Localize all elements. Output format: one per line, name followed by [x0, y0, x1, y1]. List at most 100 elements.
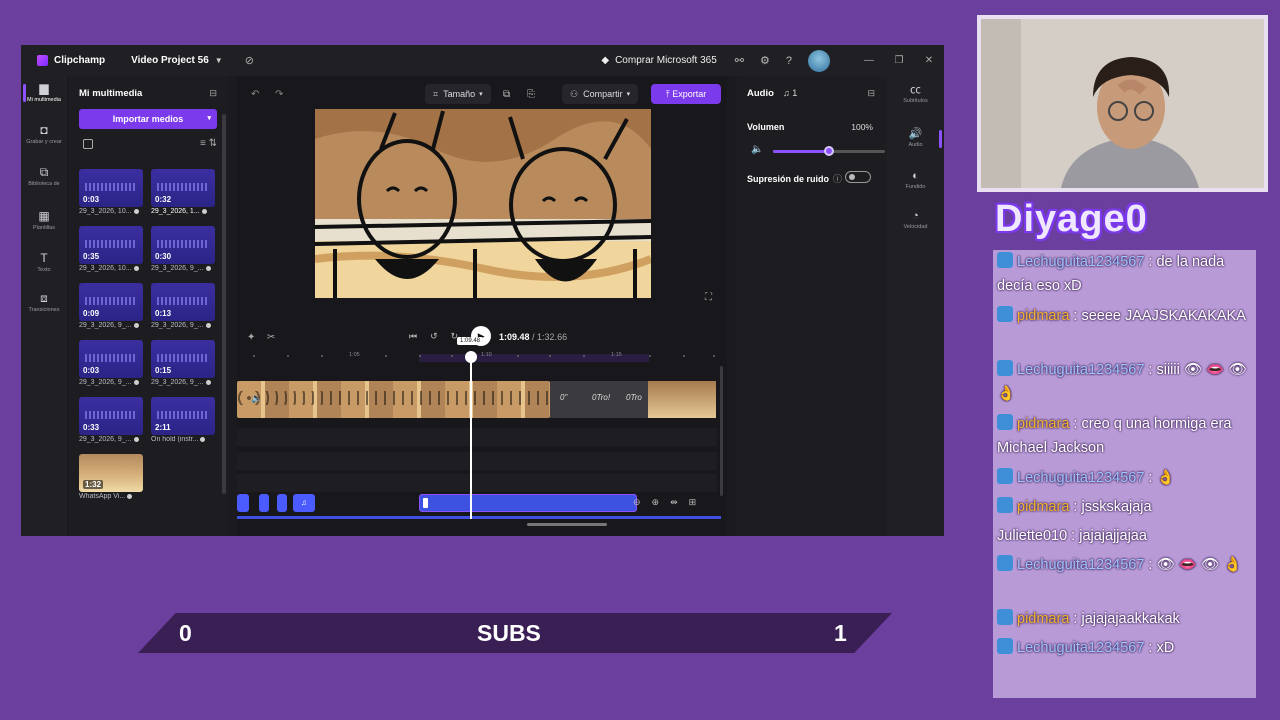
timeline-ruler[interactable]: 1:05 1:10 1:15 [237, 348, 727, 362]
video-preview[interactable] [315, 109, 651, 298]
rail-label: Velocidad [903, 224, 928, 230]
ruler-tick: 1:10 [481, 352, 492, 358]
badge-icon [997, 360, 1013, 376]
rail-templates[interactable]: ▦ Plantillas [21, 209, 67, 232]
project-name[interactable]: Video Project 56 [131, 55, 209, 66]
rail-record-create[interactable]: ◘ Grabar y crear [21, 124, 67, 146]
zoom-in-icon[interactable]: ⊕ [652, 497, 660, 508]
media-item[interactable]: 0:30 [151, 226, 215, 264]
badge-icon [997, 468, 1013, 484]
streamer-name: Diyage0 [995, 198, 1148, 240]
buy-microsoft-365-button[interactable]: ◆ Comprar Microsoft 365 [601, 55, 716, 66]
rail-speed[interactable]: ◔ Velocidad [887, 210, 944, 230]
rail-subtitles[interactable]: ㏄ Subtítulos [887, 84, 944, 104]
rail-library[interactable]: ⧉ Biblioteca de [21, 166, 67, 188]
connect-icon[interactable]: ⚯ [735, 54, 744, 67]
rail-my-media[interactable]: ▆ Mi multimedia [21, 82, 67, 103]
audio-clip[interactable]: ♫ [293, 494, 315, 512]
media-item[interactable]: 0:32 [151, 169, 215, 207]
import-media-button[interactable]: Importar medios ▾ [79, 109, 217, 129]
rail-label: Audio [908, 142, 923, 148]
noise-suppression-label: Supresión de ruido ⓘ [747, 174, 843, 184]
image-clip[interactable] [648, 381, 716, 418]
minimize-button[interactable]: — [854, 55, 884, 66]
speaker-icon[interactable]: 🔈 [751, 144, 763, 155]
tab-audio[interactable]: Audio [747, 88, 774, 99]
rewind-icon[interactable]: ↺ [430, 331, 438, 342]
templates-icon: ▦ [38, 209, 50, 223]
size-button[interactable]: ⌗ Tamaño ▾ [425, 84, 491, 104]
tab-audio-count[interactable]: ♫ 1 [783, 88, 797, 98]
media-item[interactable]: 0:35 [79, 226, 143, 264]
rail-text[interactable]: T Texto [21, 252, 67, 274]
audio-clip[interactable] [277, 494, 287, 512]
badge-icon [997, 306, 1013, 322]
text-clip[interactable]: 0" 0Tro! 0Tro [550, 381, 648, 418]
media-item[interactable]: 0:15 [151, 340, 215, 378]
media-item[interactable]: 0:09 [79, 283, 143, 321]
duration: 1:32 [83, 480, 104, 489]
magic-icon[interactable]: ✦ [247, 332, 255, 343]
scissors-icon[interactable]: ✂ [267, 332, 275, 343]
volume-knob[interactable] [824, 146, 834, 156]
horizontal-scrollbar[interactable] [527, 523, 607, 526]
chat-user: Lechuguita1234567 [1017, 470, 1145, 486]
media-item[interactable]: 0:13 [151, 283, 215, 321]
collapse-panel-icon[interactable]: ⊟ [867, 88, 875, 99]
expand-icon[interactable]: ⊞ [689, 497, 697, 508]
media-caption: 29_3_2026, 9_... [151, 379, 221, 386]
media-scrollbar[interactable] [222, 114, 226, 494]
media-caption: 29_3_2026, 10... [79, 265, 149, 272]
trim-handle[interactable] [423, 498, 428, 508]
snapshot-icon[interactable]: ⎘ [527, 89, 535, 100]
undo-icon[interactable]: ↶ [251, 89, 259, 100]
rail-audio[interactable]: 🔊 Audio [887, 128, 944, 148]
chat-user: pidmara [1017, 416, 1070, 432]
audio-clip[interactable] [237, 494, 249, 512]
zoom-out-icon[interactable]: ⊖ [633, 497, 641, 508]
media-item[interactable]: 0:33 [79, 397, 143, 435]
audio-clip-selected[interactable] [419, 494, 637, 512]
media-item[interactable]: 0:03 [79, 340, 143, 378]
info-icon[interactable]: ⓘ [833, 174, 842, 184]
help-icon[interactable]: ? [786, 55, 792, 67]
maximize-button[interactable]: ❐ [884, 55, 914, 66]
fit-icon[interactable]: ⇹ [670, 497, 678, 508]
webcam-feed [981, 19, 1264, 188]
rail-fade[interactable]: ◐ Fundido [887, 170, 944, 190]
noise-suppression-toggle[interactable] [845, 171, 871, 183]
media-caption: 29_3_2026, 9_... [79, 436, 149, 443]
skip-back-icon[interactable]: ⏮ [409, 331, 417, 342]
media-item[interactable]: 2:11 [151, 397, 215, 435]
media-item[interactable]: 0:03 [79, 169, 143, 207]
media-caption: 29_3_2026, 1... [151, 208, 221, 215]
avatar[interactable] [808, 49, 830, 72]
volume-slider[interactable] [773, 146, 885, 156]
webcam-image [981, 19, 1264, 188]
chat-user: Juliette010 [997, 528, 1068, 544]
share-button[interactable]: ⚇ Compartir ▾ [562, 84, 639, 104]
audio-clip[interactable] [259, 494, 269, 512]
chat-user: pidmara [1017, 499, 1070, 515]
redo-icon[interactable]: ↷ [275, 89, 283, 100]
chevron-down-icon[interactable]: ▼ [215, 56, 223, 65]
screenshot-icon[interactable]: ⧉ [503, 89, 510, 100]
duration: 0:13 [155, 309, 172, 318]
video-clip[interactable]: 🔈 [237, 381, 550, 418]
size-label: Tamaño [443, 89, 476, 99]
chevron-down-icon[interactable]: ▾ [207, 109, 211, 129]
export-button[interactable]: ⤒ Exportar [651, 84, 721, 104]
collapse-panel-icon[interactable]: ⊟ [209, 88, 217, 99]
sort-filter-icon[interactable]: ≡ ⇅ [200, 138, 217, 149]
media-caption: 29_3_2026, 9_... [79, 379, 149, 386]
select-all-checkbox[interactable] [83, 139, 93, 149]
gear-icon[interactable]: ⚙ [760, 54, 770, 67]
rail-transitions[interactable]: ⧈ Transiciones [21, 292, 67, 314]
close-button[interactable]: ✕ [914, 55, 944, 66]
playhead-handle[interactable] [465, 351, 477, 363]
media-item-video[interactable]: 1:32 [79, 454, 143, 492]
timeline-scrollbar[interactable] [720, 366, 723, 496]
fullscreen-icon[interactable]: ⛶ [705, 292, 712, 303]
playhead[interactable] [470, 357, 472, 519]
cloud-off-icon[interactable]: ⊘ [245, 54, 254, 67]
